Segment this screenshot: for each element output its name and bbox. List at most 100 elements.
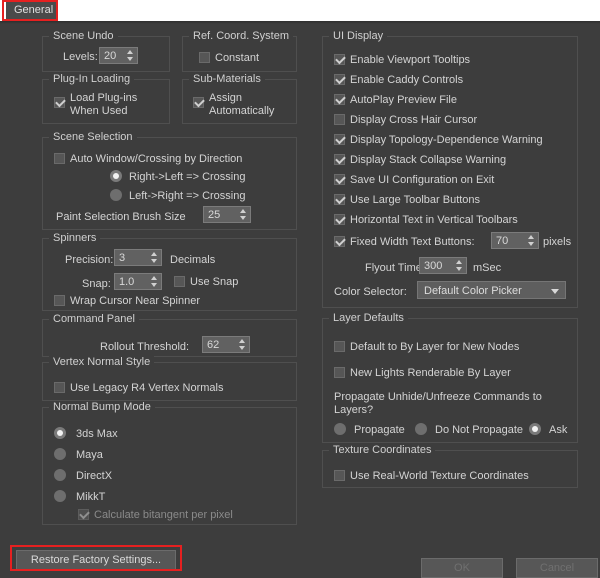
flyout-time-label: Flyout Time: <box>365 262 425 274</box>
display-topology-dependence-warning-checkbox[interactable] <box>334 134 345 145</box>
use-legacy-r4-vertex-normals-checkbox[interactable] <box>54 382 65 393</box>
rollout-threshold-spinner[interactable]: 62 <box>202 336 250 353</box>
color-selector-dropdown[interactable]: Default Color Picker <box>417 281 566 299</box>
load-plugins-label-line1: Load Plug-ins <box>70 92 138 104</box>
radio-do-not-propagate[interactable] <box>415 423 427 435</box>
spinners-decimals-label: Decimals <box>170 254 216 266</box>
rollout-threshold-label: Rollout Threshold: <box>100 341 190 353</box>
spinner-arrows-icon[interactable] <box>126 49 135 62</box>
group-normal-bump-mode: Normal Bump Mode <box>42 401 297 525</box>
spinner-arrows-icon[interactable] <box>239 208 248 221</box>
use-snap-label: Use Snap <box>190 276 239 288</box>
radio-ask-label: Ask <box>549 424 568 436</box>
spinners-precision-label: Precision: <box>65 254 114 266</box>
color-selector-value: Default Color Picker <box>424 285 522 297</box>
fixed-width-text-buttons-checkbox[interactable] <box>334 236 345 247</box>
radio-ask[interactable] <box>529 423 541 435</box>
radio-normal-bump-3ds-max-label: 3ds Max <box>76 428 118 440</box>
display-topology-dependence-warning-label: Display Topology-Dependence Warning <box>350 134 543 146</box>
fixed-width-text-buttons-spinner[interactable]: 70 <box>491 232 539 249</box>
load-plugins-label-line2: When Used <box>70 105 128 117</box>
spinner-arrows-icon[interactable] <box>527 234 536 247</box>
radio-normal-bump-maya[interactable] <box>54 448 66 460</box>
group-normal-bump-mode-title: Normal Bump Mode <box>49 401 155 413</box>
assign-label-line2: Automatically <box>209 105 275 117</box>
radio-propagate[interactable] <box>334 423 346 435</box>
flyout-time-msec-label: mSec <box>473 262 502 274</box>
spinner-arrows-icon[interactable] <box>150 251 159 264</box>
assign-automatically-checkbox[interactable] <box>193 97 204 108</box>
enable-caddy-controls-checkbox[interactable] <box>334 74 345 85</box>
chevron-down-icon[interactable] <box>551 289 559 294</box>
horizontal-text-vertical-toolbars-checkbox[interactable] <box>334 214 345 225</box>
new-lights-renderable-bylayer-checkbox[interactable] <box>334 367 345 378</box>
propagate-question-line1: Propagate Unhide/Unfreeze Commands to <box>334 391 542 403</box>
use-legacy-r4-vertex-normals-label: Use Legacy R4 Vertex Normals <box>70 382 224 394</box>
spinners-precision-spinner[interactable]: 3 <box>114 249 162 266</box>
restore-factory-settings-button[interactable]: Restore Factory Settings... <box>16 550 176 570</box>
group-sub-materials-title: Sub-Materials <box>189 73 265 85</box>
display-stack-collapse-warning-checkbox[interactable] <box>334 154 345 165</box>
group-scene-selection-title: Scene Selection <box>49 131 137 143</box>
ok-button[interactable]: OK <box>421 558 503 578</box>
radio-normal-bump-directx[interactable] <box>54 469 66 481</box>
use-large-toolbar-buttons-checkbox[interactable] <box>334 194 345 205</box>
fixed-width-pixels-label: pixels <box>543 236 572 248</box>
tab-general[interactable]: General <box>6 1 58 19</box>
radio-propagate-label: Propagate <box>354 424 405 436</box>
default-to-bylayer-new-nodes-label: Default to By Layer for New Nodes <box>350 341 520 353</box>
horizontal-text-vertical-toolbars-label: Horizontal Text in Vertical Toolbars <box>350 214 518 226</box>
wrap-cursor-label: Wrap Cursor Near Spinner <box>70 295 201 307</box>
auto-window-crossing-label: Auto Window/Crossing by Direction <box>70 153 243 165</box>
use-real-world-texture-coordinates-checkbox[interactable] <box>334 470 345 481</box>
group-vertex-normal-style-title: Vertex Normal Style <box>49 356 155 368</box>
spinners-snap-value: 1.0 <box>119 276 135 288</box>
spinners-snap-spinner[interactable]: 1.0 <box>114 273 162 290</box>
wrap-cursor-checkbox[interactable] <box>54 295 65 306</box>
paint-brush-size-spinner[interactable]: 25 <box>203 206 251 223</box>
spinner-arrows-icon[interactable] <box>455 259 464 272</box>
radio-normal-bump-3ds-max[interactable] <box>54 427 66 439</box>
spinner-arrows-icon[interactable] <box>150 275 159 288</box>
spinner-arrows-icon[interactable] <box>238 338 247 351</box>
radio-right-left-crossing[interactable] <box>110 170 122 182</box>
radio-normal-bump-directx-label: DirectX <box>76 470 113 482</box>
tab-strip: General <box>0 0 600 21</box>
radio-normal-bump-mikkt[interactable] <box>54 490 66 502</box>
enable-viewport-tooltips-label: Enable Viewport Tooltips <box>350 54 471 66</box>
default-to-bylayer-new-nodes-checkbox[interactable] <box>334 341 345 352</box>
use-snap-checkbox[interactable] <box>174 276 185 287</box>
group-texture-coordinates-title: Texture Coordinates <box>329 444 436 456</box>
radio-do-not-propagate-label: Do Not Propagate <box>435 424 524 436</box>
fixed-width-text-buttons-label: Fixed Width Text Buttons: <box>350 236 475 248</box>
scene-undo-levels-spinner[interactable]: 20 <box>99 47 138 64</box>
fixed-width-text-buttons-value: 70 <box>496 235 509 247</box>
enable-viewport-tooltips-checkbox[interactable] <box>334 54 345 65</box>
load-plugins-when-used-checkbox[interactable] <box>54 97 65 108</box>
auto-window-crossing-checkbox[interactable] <box>54 153 65 164</box>
group-ui-display-title: UI Display <box>329 30 388 42</box>
scene-undo-levels-label: Levels: <box>63 51 98 63</box>
color-selector-label: Color Selector: <box>334 286 407 298</box>
save-ui-configuration-on-exit-checkbox[interactable] <box>334 174 345 185</box>
propagate-question-line2: Layers? <box>334 404 374 416</box>
group-scene-undo-title: Scene Undo <box>49 30 118 42</box>
radio-left-right-crossing-label: Left->Right => Crossing <box>129 190 246 202</box>
use-real-world-texture-coordinates-label: Use Real-World Texture Coordinates <box>350 470 529 482</box>
flyout-time-spinner[interactable]: 300 <box>419 257 467 274</box>
radio-normal-bump-maya-label: Maya <box>76 449 103 461</box>
autoplay-preview-file-checkbox[interactable] <box>334 94 345 105</box>
radio-right-left-crossing-label: Right->Left => Crossing <box>129 171 246 183</box>
save-ui-configuration-on-exit-label: Save UI Configuration on Exit <box>350 174 495 186</box>
scene-undo-levels-value: 20 <box>104 50 117 62</box>
preference-settings-dialog: { "tabs": [ { "label": "General", "selec… <box>0 0 600 578</box>
flyout-time-value: 300 <box>424 260 443 272</box>
spinners-precision-value: 3 <box>119 252 126 264</box>
cancel-button[interactable]: Cancel <box>516 558 598 578</box>
calculate-bitangent-per-pixel-checkbox <box>78 509 89 520</box>
new-lights-renderable-bylayer-label: New Lights Renderable By Layer <box>350 367 511 379</box>
radio-left-right-crossing[interactable] <box>110 189 122 201</box>
display-cross-hair-cursor-checkbox[interactable] <box>334 114 345 125</box>
group-command-panel-title: Command Panel <box>49 313 139 325</box>
ref-coord-constant-checkbox[interactable] <box>199 52 210 63</box>
